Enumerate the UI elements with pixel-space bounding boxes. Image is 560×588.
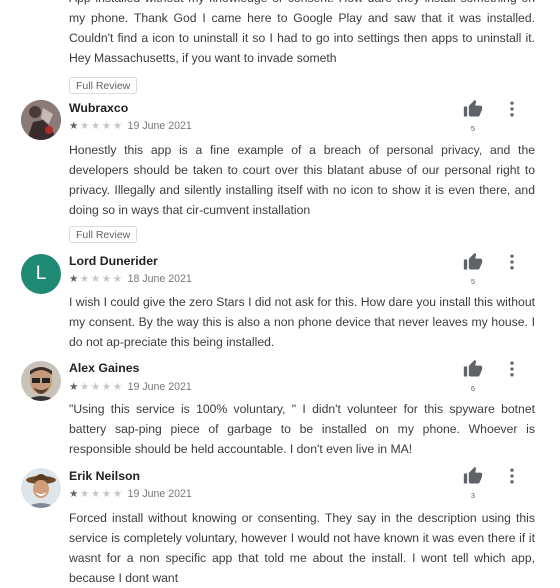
thumbs-up-icon[interactable] — [462, 466, 484, 486]
helpful-count: 5 — [470, 124, 476, 133]
star-icon: ★ — [79, 488, 90, 500]
star-icon: ★ — [90, 273, 101, 285]
star-icon: ★ — [69, 381, 79, 393]
thumbs-up-icon[interactable] — [462, 99, 484, 119]
star-icon: ★ — [69, 120, 79, 132]
review-date: 19 June 2021 — [127, 381, 192, 393]
review-author: Alex Gaines — [69, 361, 140, 375]
star-icon: ★ — [79, 381, 90, 393]
star-icon: ★ — [112, 120, 123, 132]
full-review-button[interactable]: Full Review — [69, 77, 138, 94]
star-icon: ★ — [101, 273, 112, 285]
review-date: 19 June 2021 — [127, 488, 192, 500]
review-author: Lord Dunerider — [69, 254, 158, 268]
star-rating: ★ ★ ★ ★ ★ 19 June 2021 — [69, 381, 192, 393]
star-icon: ★ — [101, 120, 112, 132]
review-text: I wish I could give the zero Stars I did… — [69, 295, 535, 349]
star-icon: ★ — [101, 381, 112, 393]
review-card: Erik Neilson ★ ★ ★ ★ ★ 19 June 2021 3 Fo… — [0, 460, 560, 585]
thumbs-up-icon[interactable] — [462, 252, 484, 272]
more-vert-icon[interactable] — [502, 99, 522, 119]
review-card: App installed without my knowledge or co… — [0, 0, 560, 98]
star-icon: ★ — [101, 488, 112, 500]
star-icon: ★ — [79, 120, 90, 132]
thumbs-up-icon[interactable] — [462, 359, 484, 379]
helpful-count: 5 — [470, 277, 476, 286]
full-review-button[interactable]: Full Review — [69, 226, 138, 243]
star-icon: ★ — [90, 488, 101, 500]
review-card: Wubraxco ★ ★ ★ ★ ★ 19 June 2021 5 Honest… — [0, 98, 560, 246]
avatar — [21, 100, 61, 140]
review-text: Honestly this app is a fine example of a… — [69, 143, 535, 217]
more-vert-icon[interactable] — [502, 466, 522, 486]
star-icon: ★ — [112, 381, 123, 393]
star-icon: ★ — [112, 273, 123, 285]
star-icon: ★ — [79, 273, 90, 285]
star-icon: ★ — [69, 273, 79, 285]
star-icon: ★ — [112, 488, 123, 500]
more-vert-icon[interactable] — [502, 359, 522, 379]
reviews-list: App installed without my knowledge or co… — [0, 0, 560, 585]
review-author: Erik Neilson — [69, 469, 141, 483]
avatar — [21, 361, 61, 401]
helpful-count: 6 — [470, 384, 476, 393]
review-text: App installed without my knowledge or co… — [69, 0, 535, 65]
star-rating: ★ ★ ★ ★ ★ 19 June 2021 — [69, 120, 192, 132]
review-text: Forced install without knowing or consen… — [69, 511, 535, 585]
review-card: L Lord Dunerider ★ ★ ★ ★ ★ 18 June 2021 … — [0, 246, 560, 354]
review-date: 18 June 2021 — [127, 273, 192, 285]
review-card: Alex Gaines ★ ★ ★ ★ ★ 19 June 2021 6 "Us… — [0, 354, 560, 460]
star-icon: ★ — [90, 120, 101, 132]
review-date: 19 June 2021 — [127, 120, 192, 132]
star-rating: ★ ★ ★ ★ ★ 19 June 2021 — [69, 488, 192, 500]
more-vert-icon[interactable] — [502, 252, 522, 272]
star-rating: ★ ★ ★ ★ ★ 18 June 2021 — [69, 273, 192, 285]
star-icon: ★ — [69, 488, 79, 500]
avatar: L — [21, 254, 61, 294]
star-icon: ★ — [90, 381, 101, 393]
avatar — [21, 468, 61, 508]
helpful-count: 3 — [470, 491, 476, 500]
review-text: "Using this service is 100% voluntary, "… — [69, 402, 535, 456]
review-author: Wubraxco — [69, 101, 129, 115]
